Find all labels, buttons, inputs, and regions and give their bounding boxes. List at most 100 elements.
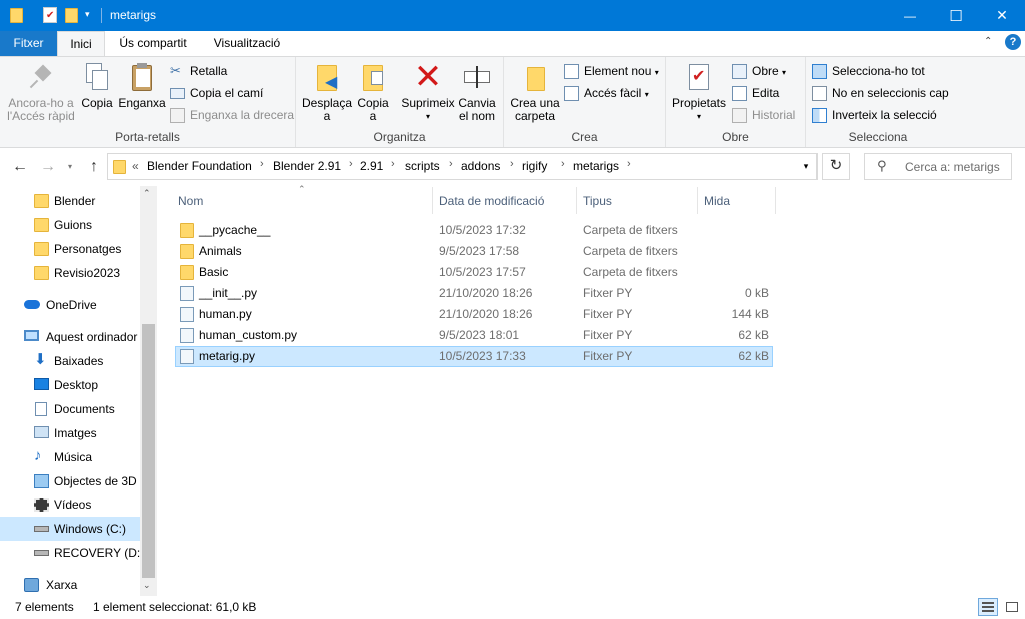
file-type: Carpeta de fitxers [583, 265, 678, 279]
minimize-button[interactable]: — [887, 0, 933, 31]
new-folder-quick-icon[interactable] [65, 8, 78, 23]
breadcrumb-291[interactable]: 2.91 [360, 159, 383, 173]
select-none-button[interactable]: No en seleccionis cap [812, 83, 949, 103]
history-button[interactable]: Historial [732, 105, 795, 125]
back-arrow-icon[interactable]: ← [10, 158, 30, 176]
table-row[interactable]: Basic 10/5/2023 17:57 Carpeta de fitxers [175, 262, 773, 283]
copy-label: Copia [81, 96, 113, 110]
rename-button[interactable]: Canvia el nom [456, 61, 498, 123]
breadcrumb-scripts[interactable]: scripts [405, 159, 440, 173]
new-folder-button[interactable]: Crea una carpeta [510, 61, 560, 123]
title-bar: ✔ ▾ metarigs — ☐ ✕ [0, 0, 1025, 31]
selection-info: 1 element seleccionat: 61,0 kB [93, 600, 257, 614]
nav-label: Imatges [54, 426, 97, 440]
delete-button[interactable]: ✕ Suprimeix ▾ [400, 58, 456, 123]
table-row[interactable]: human_custom.py 9/5/2023 18:01 Fitxer PY… [175, 325, 773, 346]
tab-file[interactable]: Fitxer [0, 31, 57, 56]
paste-shortcut-button[interactable]: Enganxa la drecera [170, 105, 294, 125]
nav-item-pictures[interactable]: Imatges [0, 421, 140, 445]
forward-arrow-icon[interactable]: → [38, 158, 58, 176]
copy-button[interactable]: Copia [79, 61, 115, 110]
table-row[interactable]: __init__.py 21/10/2020 18:26 Fitxer PY 0… [175, 283, 773, 304]
breadcrumb-rigify[interactable]: rigify [522, 159, 547, 173]
nav-item-this-pc[interactable]: Aquest ordinador [0, 325, 140, 349]
nav-item-windows-c[interactable]: Windows (C:) [0, 517, 140, 541]
easy-access-button[interactable]: Accés fàcil ▾ [564, 83, 649, 103]
chevron-right-icon[interactable]: › [510, 158, 514, 170]
nav-item-desktop[interactable]: Desktop [0, 373, 140, 397]
cut-button[interactable]: ✂ Retalla [170, 61, 227, 81]
nav-item-revisio2023[interactable]: Revisio2023 [0, 261, 140, 285]
nav-item-downloads[interactable]: ⬇ Baixades [0, 349, 140, 373]
nav-item-documents[interactable]: Documents [0, 397, 140, 421]
address-bar[interactable]: « Blender Foundation › Blender 2.91 › 2.… [107, 153, 817, 180]
breadcrumb-blender-foundation[interactable]: Blender Foundation [147, 159, 252, 173]
nav-item-recovery-d[interactable]: RECOVERY (D:) [0, 541, 144, 565]
column-header-date[interactable]: Data de modificació [433, 187, 577, 214]
invert-selection-button[interactable]: Inverteix la selecció [812, 105, 937, 125]
search-box[interactable]: ⚲ Cerca a: metarigs [864, 153, 1012, 180]
copy-path-button[interactable]: Copia el camí [170, 83, 263, 103]
paste-shortcut-label: Enganxa la drecera [190, 108, 295, 122]
breadcrumb-blender-291[interactable]: Blender 2.91 [273, 159, 341, 173]
table-row-selected[interactable]: metarig.py 10/5/2023 17:33 Fitxer PY 62 … [175, 346, 773, 367]
pictures-icon [34, 426, 49, 438]
nav-item-blender[interactable]: Blender [0, 189, 140, 213]
copy-to-button[interactable]: Copia a [354, 61, 392, 123]
address-dropdown-icon[interactable]: ▾ [795, 153, 818, 180]
large-icons-view-icon[interactable] [1002, 598, 1022, 616]
properties-button[interactable]: ✔ Propietats ▾ [670, 61, 728, 123]
nav-item-3d-objects[interactable]: Objectes de 3D [0, 469, 140, 493]
column-header-name[interactable]: Nom [172, 187, 433, 214]
collapse-ribbon-icon[interactable]: ⌃ [984, 36, 992, 47]
customize-quick-access-icon[interactable]: ▾ [85, 9, 90, 20]
tab-home[interactable]: Inici [57, 31, 105, 56]
nav-item-personatges[interactable]: Personatges [0, 237, 140, 261]
refresh-icon[interactable]: ↻ [822, 153, 850, 180]
file-type: Fitxer PY [583, 349, 633, 363]
breadcrumb-overflow[interactable]: « [132, 159, 139, 173]
chevron-right-icon[interactable]: › [561, 158, 565, 170]
chevron-right-icon[interactable]: › [260, 158, 264, 170]
group-label-open: Obre [722, 130, 749, 144]
recent-locations-icon[interactable]: ▾ [60, 158, 80, 176]
nav-item-guions[interactable]: Guions [0, 213, 140, 237]
open-button[interactable]: Obre ▾ [732, 61, 786, 81]
group-label-select: Selecciona [848, 130, 908, 144]
edit-button[interactable]: Edita [732, 83, 779, 103]
table-row[interactable]: __pycache__ 10/5/2023 17:32 Carpeta de f… [175, 220, 773, 241]
tab-view[interactable]: Visualització [201, 31, 293, 56]
search-input[interactable]: Cerca a: metarigs [905, 160, 1000, 174]
nav-item-onedrive[interactable]: OneDrive [0, 293, 140, 317]
breadcrumb-addons[interactable]: addons [461, 159, 500, 173]
nav-item-network[interactable]: Xarxa [0, 573, 140, 597]
new-item-button[interactable]: Element nou ▾ [564, 61, 659, 81]
chevron-right-icon[interactable]: › [349, 158, 353, 170]
nav-scrollbar-thumb[interactable] [142, 324, 155, 578]
table-row[interactable]: Animals 9/5/2023 17:58 Carpeta de fitxer… [175, 241, 773, 262]
close-button[interactable]: ✕ [979, 0, 1025, 31]
help-icon[interactable]: ? [1005, 34, 1021, 50]
scroll-down-icon[interactable]: ⌄ [143, 580, 151, 591]
document-icon [35, 402, 47, 416]
chevron-right-icon[interactable]: › [391, 158, 395, 170]
delete-x-icon: ✕ [413, 58, 443, 96]
select-all-button[interactable]: Selecciona-ho tot [812, 61, 925, 81]
table-row[interactable]: human.py 21/10/2020 18:26 Fitxer PY 144 … [175, 304, 773, 325]
column-header-size[interactable]: Mida [698, 187, 776, 214]
properties-quick-icon[interactable]: ✔ [43, 7, 57, 23]
tab-share[interactable]: Ús compartit [105, 31, 201, 56]
pin-quick-access-button[interactable]: Ancora-ho a l'Accés ràpid [4, 61, 78, 123]
scroll-up-icon[interactable]: ⌃ [143, 188, 151, 199]
paste-button[interactable]: Enganxa [117, 61, 167, 110]
up-arrow-icon[interactable]: ↑ [84, 158, 104, 176]
maximize-button[interactable]: ☐ [933, 0, 979, 31]
breadcrumb-metarigs[interactable]: metarigs [573, 159, 619, 173]
chevron-right-icon[interactable]: › [627, 158, 631, 170]
column-header-type[interactable]: Tipus [577, 187, 698, 214]
nav-item-music[interactable]: ♪ Música [0, 445, 140, 469]
move-to-button[interactable]: ◀ Desplaça a [300, 61, 354, 123]
chevron-right-icon[interactable]: › [449, 158, 453, 170]
details-view-icon[interactable] [978, 598, 998, 616]
nav-item-videos[interactable]: Vídeos [0, 493, 140, 517]
